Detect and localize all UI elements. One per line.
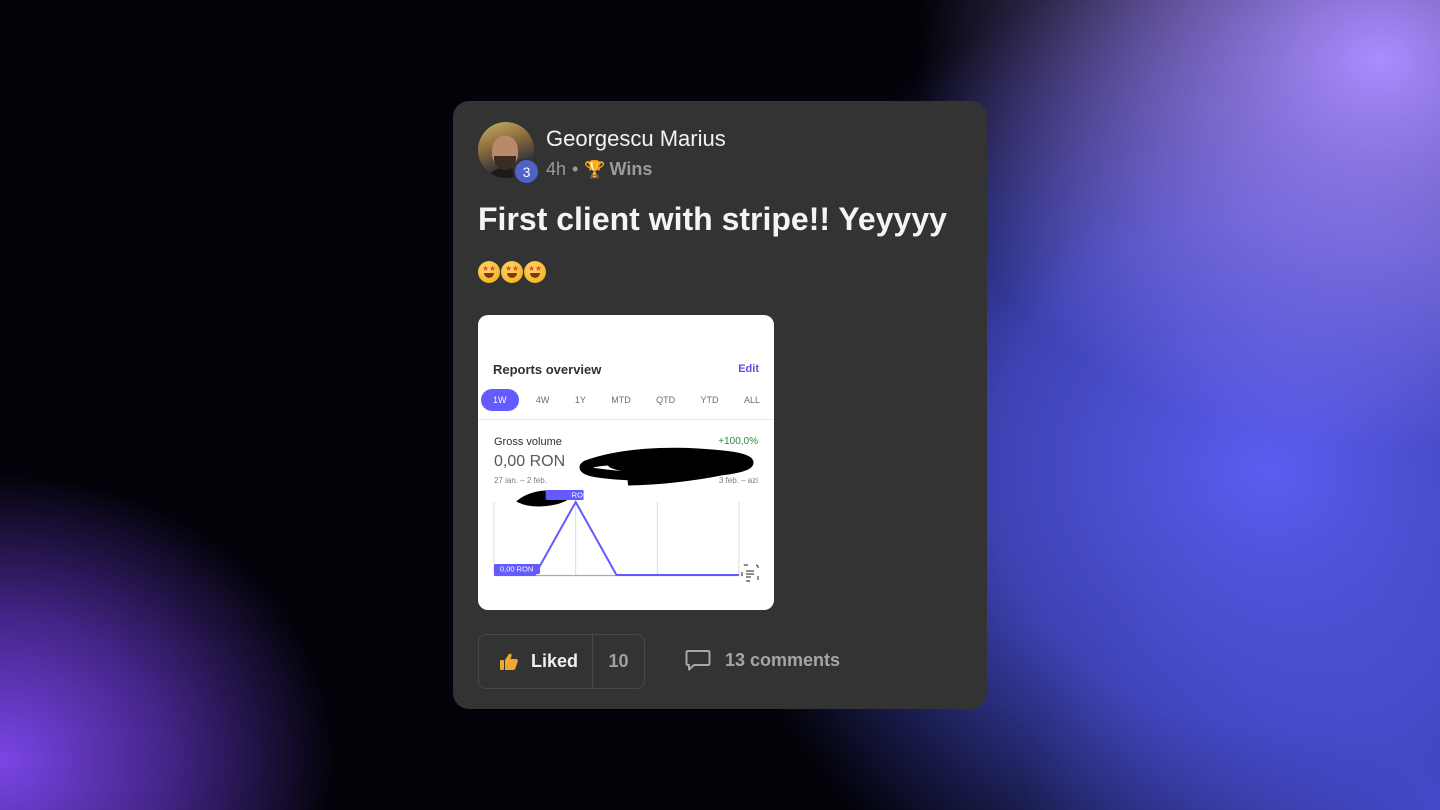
gross-volume-chart: 0,00 RON RON — [493, 447, 759, 582]
post-emoji-row — [478, 261, 546, 283]
redaction-mark — [608, 455, 748, 475]
post-title: First client with stripe!! Yeyyyy — [478, 201, 947, 237]
category-link[interactable]: Wins — [610, 159, 653, 180]
level-badge: 3 — [513, 158, 540, 185]
post-image-attachment[interactable]: Reports overview Edit 1W 4W 1Y MTD QTD YTD ALL… — [478, 315, 774, 610]
like-button[interactable]: Liked — [479, 635, 593, 688]
author-name[interactable]: Georgescu Marius — [546, 126, 726, 152]
post-time: 4h — [546, 159, 567, 179]
star-struck-emoji — [478, 261, 500, 283]
post-meta: 4h • 🏆 Wins — [546, 159, 652, 180]
comment-icon — [685, 650, 711, 671]
star-struck-emoji — [501, 261, 523, 283]
baseline-label: 0,00 RON — [500, 565, 533, 574]
star-struck-emoji — [524, 261, 546, 283]
thumbs-up-icon — [500, 653, 518, 670]
like-control: Liked 10 — [478, 634, 645, 689]
trophy-icon: 🏆 — [584, 159, 606, 179]
post-card: 3 Georgescu Marius 4h • 🏆 Wins First cli… — [453, 101, 987, 709]
meta-separator: • — [572, 159, 579, 179]
expand-icon — [741, 564, 759, 582]
like-count[interactable]: 10 — [593, 635, 644, 688]
peak-label: RON — [572, 491, 589, 500]
like-label: Liked — [531, 651, 579, 671]
comments-button[interactable]: 13 comments — [685, 648, 840, 672]
comments-label: 13 comments — [725, 649, 841, 670]
